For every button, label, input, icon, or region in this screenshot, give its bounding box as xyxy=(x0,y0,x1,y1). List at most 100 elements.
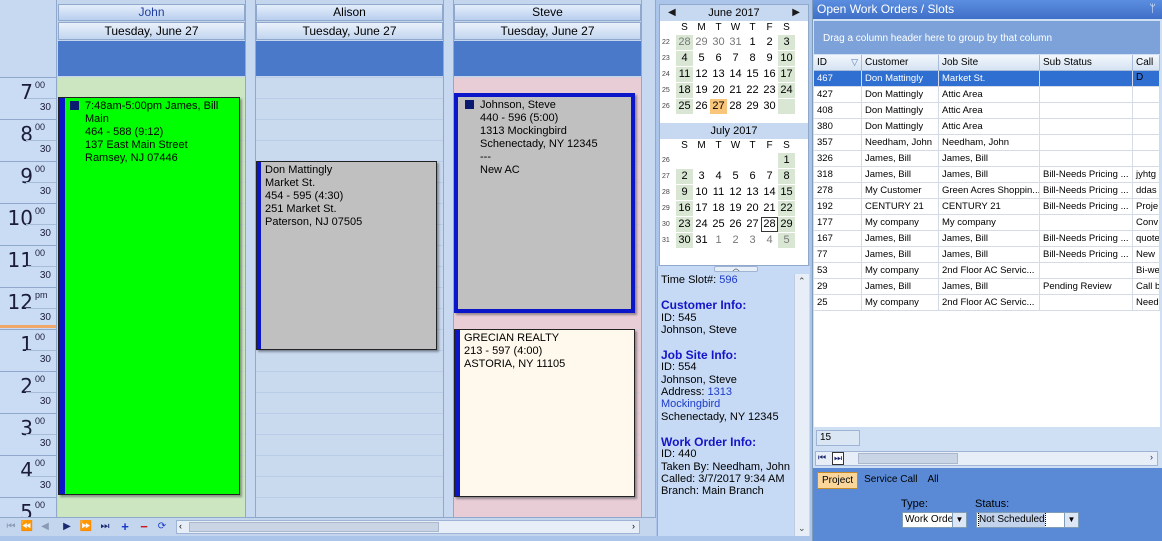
calendar-day[interactable]: 18 xyxy=(676,83,693,98)
appointment-grecian-realty[interactable]: GRECIAN REALTY 213 - 597 (4:00) ASTORIA,… xyxy=(454,329,635,497)
calendar-day[interactable]: 21 xyxy=(761,201,778,216)
group-by-area[interactable]: Drag a column header here to group by th… xyxy=(814,21,1160,54)
calendar-day[interactable]: 30 xyxy=(676,233,693,248)
column-header-calldesc[interactable]: Call D xyxy=(1133,55,1160,83)
calendar-day[interactable]: 26 xyxy=(727,217,744,232)
calendar-day[interactable]: 29 xyxy=(778,217,795,232)
calendar-day[interactable]: 4 xyxy=(710,169,727,184)
calendar-day[interactable]: 25 xyxy=(676,99,693,114)
calendar-day[interactable]: 1 xyxy=(744,35,761,50)
add-icon[interactable]: + xyxy=(118,520,132,534)
type-select[interactable]: Work Orde ▼ xyxy=(902,512,967,528)
scroll-right-icon[interactable]: › xyxy=(632,521,635,531)
table-row[interactable]: 326 James, Bill James, Bill xyxy=(814,151,1160,167)
column-body[interactable]: 7:48am-5:00pm James, Bill Main 464 - 588… xyxy=(58,77,245,517)
table-row[interactable]: 53 My company 2nd Floor AC Servic... Bi-we xyxy=(814,263,1160,279)
calendar-day[interactable]: 11 xyxy=(676,67,693,82)
status-select[interactable]: Not Scheduled ▼ xyxy=(976,512,1079,528)
calendar-day[interactable]: 12 xyxy=(727,185,744,200)
table-row[interactable]: 318 James, Bill James, Bill Bill-Needs Pric… xyxy=(814,167,1160,183)
calendar-day[interactable]: 29 xyxy=(693,35,710,50)
calendar-day[interactable]: 13 xyxy=(710,67,727,82)
calendar-day[interactable]: 16 xyxy=(676,201,693,216)
calendar-day[interactable]: 30 xyxy=(710,35,727,50)
calendar-day[interactable]: 13 xyxy=(744,185,761,200)
table-row[interactable]: 427 Don Mattingly Attic Area xyxy=(814,87,1160,103)
collapse-splitter[interactable]: ︿ xyxy=(714,265,758,272)
table-row[interactable]: 357 Needham, John Needham, John xyxy=(814,135,1160,151)
date-header[interactable]: Tuesday, June 27 xyxy=(256,22,443,40)
tab-project[interactable]: Project xyxy=(817,472,859,489)
calendar-day[interactable]: 27 xyxy=(744,217,761,232)
calendar-day[interactable]: 2 xyxy=(761,35,778,50)
resource-header[interactable]: Alison xyxy=(256,4,443,21)
filter-icon[interactable]: ▽ xyxy=(851,55,858,70)
calendar-day[interactable]: 5 xyxy=(778,233,795,248)
column-header-id[interactable]: ID ▽ xyxy=(814,55,862,71)
calendar-day[interactable]: 28 xyxy=(676,35,693,50)
calendar-day[interactable]: 22 xyxy=(778,201,795,216)
horizontal-scrollbar[interactable]: ‹ › xyxy=(176,520,640,534)
pin-icon[interactable]: ᛘ xyxy=(1149,0,1156,19)
table-row[interactable]: 25 My company 2nd Floor AC Servic... Need xyxy=(814,295,1160,311)
calendar-day[interactable]: 7 xyxy=(727,51,744,66)
vertical-scrollbar[interactable]: ⌃ ⌄ xyxy=(794,274,809,536)
calendar-day[interactable]: 2 xyxy=(727,233,744,248)
calendar-day[interactable]: 14 xyxy=(761,185,778,200)
scrollbar-thumb[interactable] xyxy=(189,522,439,532)
column-header-customer[interactable]: Customer xyxy=(862,55,939,71)
calendar-day[interactable]: 9 xyxy=(761,51,778,66)
calendar-day[interactable]: 4 xyxy=(676,51,693,66)
calendar-day[interactable]: 20 xyxy=(710,83,727,98)
table-row[interactable]: 467 Don Mattingly Market St. xyxy=(814,71,1160,87)
calendar-day[interactable]: 11 xyxy=(710,185,727,200)
last-record-icon[interactable]: ⏭ xyxy=(98,520,112,534)
calendar-day[interactable]: 23 xyxy=(676,217,693,232)
appointment-john[interactable]: 7:48am-5:00pm James, Bill Main 464 - 588… xyxy=(58,97,240,495)
calendar-day[interactable]: 28 xyxy=(761,217,778,232)
calendar-day[interactable]: 3 xyxy=(693,169,710,184)
calendar-day[interactable]: 10 xyxy=(778,51,795,66)
resource-header[interactable]: John xyxy=(58,4,245,21)
scroll-left-icon[interactable]: ‹ xyxy=(179,521,182,531)
prev-record-icon[interactable]: ◀ xyxy=(38,520,52,534)
calendar-day[interactable]: 2 xyxy=(676,169,693,184)
calendar-day[interactable]: 28 xyxy=(727,99,744,114)
calendar-day[interactable]: 16 xyxy=(761,67,778,82)
calendar-day[interactable]: 21 xyxy=(727,83,744,98)
all-day-area[interactable] xyxy=(58,41,245,76)
calendar-day[interactable]: 5 xyxy=(693,51,710,66)
table-row[interactable]: 278 My Customer Green Acres Shoppin... Bill… xyxy=(814,183,1160,199)
remove-icon[interactable]: − xyxy=(137,520,151,534)
last-page-icon[interactable]: ⏭ xyxy=(832,452,845,465)
table-row[interactable]: 29 James, Bill James, Bill Pending Review Ca… xyxy=(814,279,1160,295)
calendar-day[interactable]: 3 xyxy=(744,233,761,248)
appointment-steve-johnson[interactable]: Johnson, Steve 440 - 596 (5:00) 1313 Moc… xyxy=(454,93,635,313)
next-month-icon[interactable]: ▶ xyxy=(792,5,800,21)
calendar-day[interactable]: 31 xyxy=(727,35,744,50)
timeslot-link[interactable]: 596 xyxy=(719,274,737,286)
column-body[interactable]: Don Mattingly Market St. 454 - 595 (4:30… xyxy=(256,77,443,517)
column-header-substatus[interactable]: Sub Status xyxy=(1040,55,1133,71)
calendar-day[interactable]: 27 xyxy=(710,99,727,114)
all-day-area[interactable] xyxy=(256,41,443,76)
next-record-icon[interactable]: ▶ xyxy=(60,520,74,534)
table-row[interactable]: 177 My company My company Conv xyxy=(814,215,1160,231)
calendar-day[interactable]: 19 xyxy=(693,83,710,98)
calendar-day[interactable]: 19 xyxy=(727,201,744,216)
prev-page-icon[interactable]: ⏪ xyxy=(20,520,34,534)
calendar-day[interactable]: 17 xyxy=(693,201,710,216)
prev-month-icon[interactable]: ◀ xyxy=(668,5,676,21)
calendar-day[interactable]: 9 xyxy=(676,185,693,200)
table-row[interactable]: 192 CENTURY 21 CENTURY 21 Bill-Needs Pricin… xyxy=(814,199,1160,215)
calendar-day[interactable]: 20 xyxy=(744,201,761,216)
date-header[interactable]: Tuesday, June 27 xyxy=(454,22,641,40)
calendar-day[interactable]: 25 xyxy=(710,217,727,232)
calendar-day[interactable]: 12 xyxy=(693,67,710,82)
first-page-icon[interactable]: ⏮ xyxy=(818,452,826,463)
calendar-day[interactable]: 8 xyxy=(744,51,761,66)
refresh-icon[interactable]: ⟳ xyxy=(155,520,169,534)
calendar-day[interactable]: 1 xyxy=(778,153,795,168)
calendar-day[interactable]: 17 xyxy=(778,67,795,82)
calendar-day[interactable]: 18 xyxy=(710,201,727,216)
